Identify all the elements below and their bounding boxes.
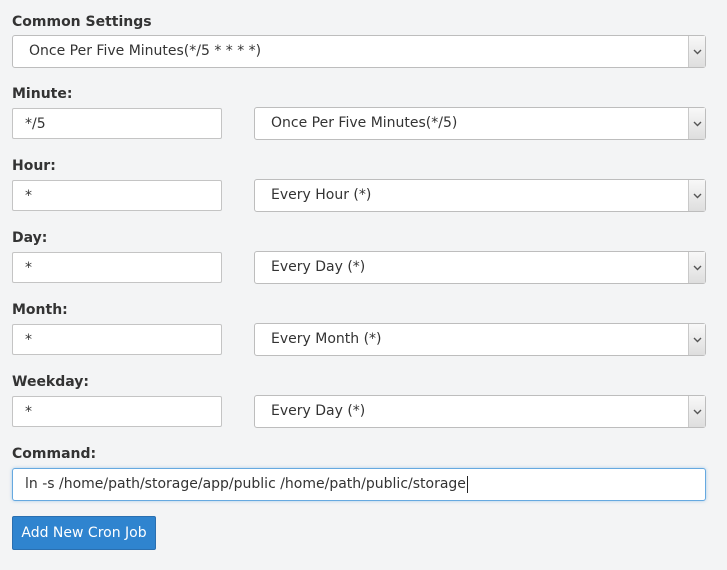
common-settings-select-value: Once Per Five Minutes(*/5 * * * *) [29,43,262,59]
month-select-value: Every Month (*) [271,331,382,347]
hour-select[interactable]: Every Hour (*) [254,179,706,212]
command-input-value: ln -s /home/path/storage/app/public /hom… [25,476,466,492]
chevron-down-icon[interactable] [688,324,705,355]
common-settings-select[interactable]: Once Per Five Minutes(*/5 * * * *) [12,35,706,68]
weekday-select[interactable]: Every Day (*) [254,395,706,428]
day-input[interactable]: * [12,252,222,283]
hour-input[interactable]: * [12,180,222,211]
chevron-down-icon[interactable] [688,108,705,139]
minute-select[interactable]: Once Per Five Minutes(*/5) [254,107,706,140]
month-select[interactable]: Every Month (*) [254,323,706,356]
common-settings-label: Common Settings [12,14,152,30]
chevron-down-icon[interactable] [688,252,705,283]
minute-input[interactable]: */5 [12,108,222,139]
chevron-down-icon[interactable] [688,180,705,211]
day-label: Day: [12,230,48,246]
hour-label: Hour: [12,158,56,174]
month-input[interactable]: * [12,324,222,355]
text-cursor [466,475,468,493]
hour-select-value: Every Hour (*) [271,187,372,203]
weekday-select-value: Every Day (*) [271,403,366,419]
command-input[interactable]: ln -s /home/path/storage/app/public /hom… [12,468,706,501]
chevron-down-icon[interactable] [688,36,705,67]
weekday-label: Weekday: [12,374,90,390]
weekday-input[interactable]: * [12,396,222,427]
chevron-down-icon[interactable] [688,396,705,427]
day-select-value: Every Day (*) [271,259,366,275]
day-select[interactable]: Every Day (*) [254,251,706,284]
minute-select-value: Once Per Five Minutes(*/5) [271,115,458,131]
add-new-cron-job-button[interactable]: Add New Cron Job [12,516,156,550]
month-label: Month: [12,302,68,318]
minute-label: Minute: [12,86,73,102]
command-label: Command: [12,446,97,462]
